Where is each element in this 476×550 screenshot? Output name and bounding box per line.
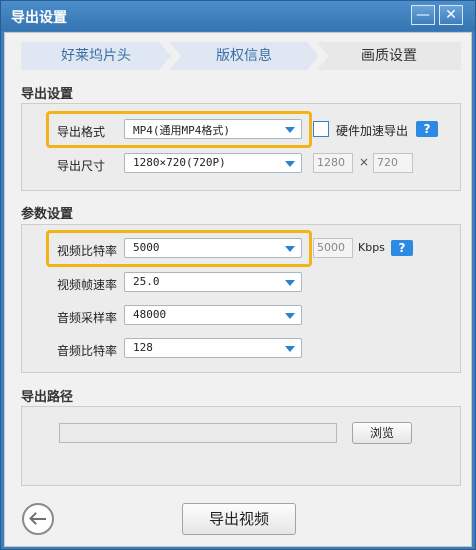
- hardware-accel-label: 硬件加速导出: [336, 124, 409, 138]
- samplerate-label: 音频采样率: [57, 311, 118, 325]
- format-highlight: [46, 111, 312, 148]
- chevron-down-icon: [285, 313, 295, 319]
- export-settings-title: 导出设置: [21, 87, 74, 102]
- chevron-down-icon: [285, 161, 295, 167]
- help-icon[interactable]: ?: [391, 240, 413, 256]
- size-value: 1280×720(720P): [133, 156, 226, 169]
- export-video-button[interactable]: 导出视频: [182, 503, 296, 535]
- chevron-down-icon: [285, 280, 295, 286]
- video-bitrate-custom-input[interactable]: 5000: [313, 238, 353, 258]
- back-arrow-icon[interactable]: [22, 503, 54, 535]
- audio-bitrate-select[interactable]: 128: [124, 338, 302, 358]
- title-bar: 导出设置 — ✕: [1, 1, 475, 31]
- hardware-accel-checkbox[interactable]: [313, 121, 329, 137]
- framerate-select[interactable]: 25.0: [124, 272, 302, 292]
- kbps-label: Kbps: [358, 241, 385, 254]
- size-select[interactable]: 1280×720(720P): [124, 153, 302, 173]
- height-input[interactable]: 720: [373, 153, 413, 173]
- export-path-group: [21, 406, 461, 486]
- times-sign: ×: [359, 155, 370, 169]
- step-copyright-info[interactable]: 版权信息: [169, 42, 319, 70]
- framerate-value: 25.0: [133, 275, 160, 288]
- window-title: 导出设置: [11, 10, 67, 26]
- audio-bitrate-label: 音频比特率: [57, 344, 118, 358]
- audio-bitrate-value: 128: [133, 341, 153, 354]
- export-path-input[interactable]: [59, 423, 337, 443]
- minimize-button[interactable]: —: [411, 5, 435, 25]
- chevron-down-icon: [285, 346, 295, 352]
- export-settings-window: 导出设置 — ✕ 好莱坞片头 版权信息 画质设置 导出设置 导出格式 MP4(通…: [0, 0, 476, 550]
- step-hollywood-intro[interactable]: 好莱坞片头: [21, 42, 171, 70]
- bitrate-highlight: [46, 230, 312, 267]
- dialog-body: 好莱坞片头 版权信息 画质设置 导出设置 导出格式 MP4(通用MP4格式) 硬…: [4, 32, 472, 547]
- param-settings-title: 参数设置: [21, 207, 74, 222]
- step-breadcrumb: 好莱坞片头 版权信息 画质设置: [21, 42, 461, 70]
- browse-button[interactable]: 浏览: [352, 422, 412, 444]
- framerate-label: 视频帧速率: [57, 278, 118, 292]
- samplerate-value: 48000: [133, 308, 167, 321]
- size-label: 导出尺寸: [57, 159, 106, 173]
- step-quality-settings[interactable]: 画质设置: [317, 42, 461, 70]
- close-button[interactable]: ✕: [439, 5, 463, 25]
- width-input[interactable]: 1280: [313, 153, 353, 173]
- export-path-title: 导出路径: [21, 390, 74, 405]
- help-icon[interactable]: ?: [416, 121, 438, 137]
- samplerate-select[interactable]: 48000: [124, 305, 302, 325]
